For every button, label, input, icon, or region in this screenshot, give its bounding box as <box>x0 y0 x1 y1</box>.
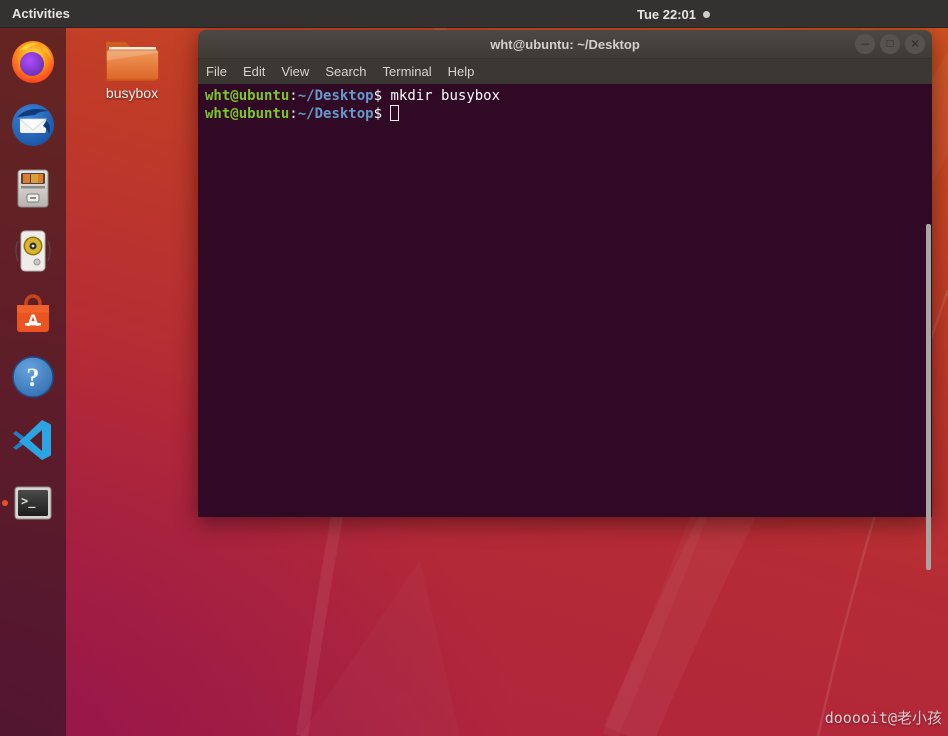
ubuntu-desktop: Activities Tue 22:01 A ? >_ busybox wht@… <box>0 0 948 736</box>
minimize-button[interactable]: − <box>855 34 875 54</box>
desktop-folder-busybox[interactable]: busybox <box>94 38 170 101</box>
menu-file[interactable]: File <box>198 59 235 84</box>
terminal-menubar: File Edit View Search Terminal Help <box>198 59 932 84</box>
dock-item-help[interactable]: ? <box>9 353 57 401</box>
close-button[interactable]: ✕ <box>905 34 925 54</box>
watermark-text: dooooit@老小孩 <box>824 709 942 727</box>
prompt-path: ~/Desktop <box>297 106 374 122</box>
dock-item-terminal[interactable]: >_ <box>2 479 57 527</box>
menu-edit[interactable]: Edit <box>235 59 273 84</box>
terminal-cursor <box>390 105 400 121</box>
ubuntu-software-icon: A <box>17 294 49 332</box>
vscode-icon <box>13 420 51 460</box>
terminal-scrollbar[interactable] <box>926 224 931 570</box>
running-indicator-dot <box>2 500 8 506</box>
window-controls: − □ ✕ <box>855 34 925 54</box>
menu-search[interactable]: Search <box>317 59 374 84</box>
files-icon <box>17 169 49 208</box>
prompt-dollar: $ <box>373 106 383 122</box>
terminal-line: wht@ubuntu:~/Desktop$ <box>205 105 920 123</box>
command-text: mkdir busybox <box>382 88 501 104</box>
rhythmbox-icon <box>15 230 51 272</box>
dock-item-thunderbird[interactable] <box>9 101 57 149</box>
prompt-dollar: $ <box>373 88 383 104</box>
prompt-path: ~/Desktop <box>297 88 374 104</box>
firefox-icon <box>12 41 54 83</box>
terminal-window: wht@ubuntu: ~/Desktop − □ ✕ File Edit Vi… <box>198 30 932 570</box>
terminal-line: wht@ubuntu:~/Desktop$ mkdir busybox <box>205 87 920 105</box>
clock-label: Tue 22:01 <box>637 6 697 22</box>
dock-item-files[interactable] <box>9 164 57 212</box>
prompt-separator: : <box>289 106 298 122</box>
prompt-separator: : <box>289 88 298 104</box>
menu-terminal[interactable]: Terminal <box>375 59 440 84</box>
svg-text:?: ? <box>27 363 40 392</box>
terminal-titlebar[interactable]: wht@ubuntu: ~/Desktop − □ ✕ <box>198 30 932 59</box>
prompt-user: wht@ubuntu <box>205 88 290 104</box>
svg-text:>_: >_ <box>21 494 36 509</box>
menu-help[interactable]: Help <box>440 59 483 84</box>
notification-dot-icon <box>703 10 711 18</box>
window-title: wht@ubuntu: ~/Desktop <box>490 36 640 52</box>
dock-item-ubuntu-software[interactable]: A <box>9 290 57 338</box>
top-bar: Activities Tue 22:01 <box>0 0 948 28</box>
dock-item-firefox[interactable] <box>9 38 57 86</box>
terminal-content[interactable]: wht@ubuntu:~/Desktop$ mkdir busybox wht@… <box>198 84 932 570</box>
clock-button[interactable]: Tue 22:01 <box>637 0 711 28</box>
menu-view[interactable]: View <box>273 59 317 84</box>
activities-button[interactable]: Activities <box>0 0 82 28</box>
thunderbird-icon <box>12 104 54 146</box>
dock: A ? >_ <box>0 28 66 736</box>
dock-item-vscode[interactable] <box>9 416 57 464</box>
help-icon: ? <box>12 356 54 398</box>
dock-item-rhythmbox[interactable] <box>9 227 57 275</box>
prompt-user: wht@ubuntu <box>205 106 290 122</box>
svg-text:A: A <box>27 311 39 330</box>
maximize-button[interactable]: □ <box>880 34 900 54</box>
folder-icon <box>105 40 159 81</box>
terminal-icon: >_ <box>14 486 52 520</box>
folder-label: busybox <box>105 85 159 101</box>
